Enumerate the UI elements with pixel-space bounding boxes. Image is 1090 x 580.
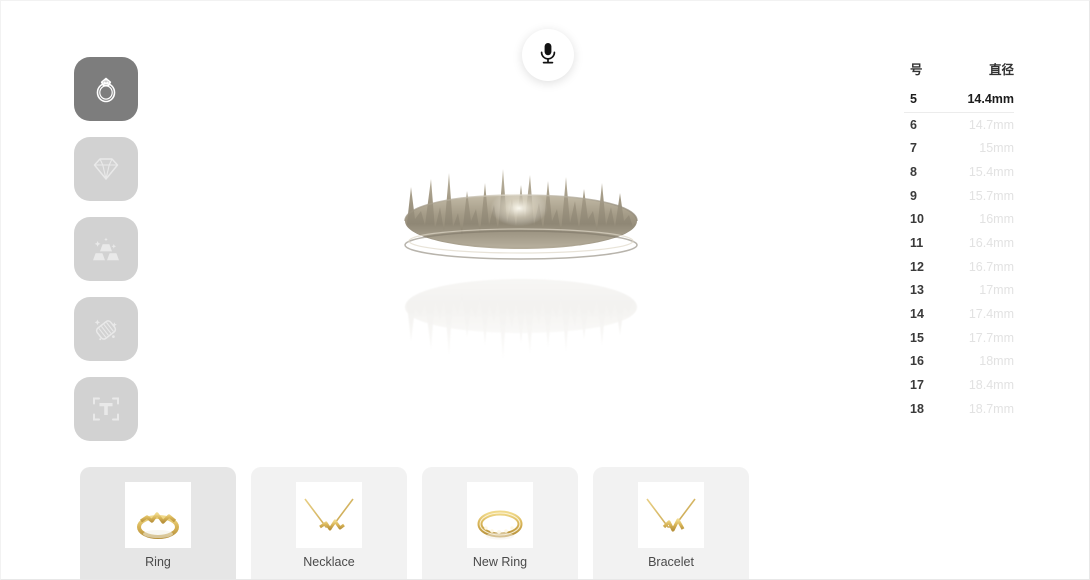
- text-scan-icon: [89, 392, 123, 426]
- size-row[interactable]: 10 16mm: [904, 207, 1014, 231]
- size-row[interactable]: 5 14.4mm: [904, 87, 1014, 111]
- ring-3d-viewport[interactable]: [151, 71, 891, 451]
- microphone-icon: [537, 41, 559, 70]
- size-number: 16: [910, 354, 924, 369]
- product-label: Bracelet: [648, 555, 694, 569]
- size-row[interactable]: 15 17.7mm: [904, 326, 1014, 350]
- size-table-body: 5 14.4mm 6 14.7mm 7 15mm 8 15.4mm 9 15.7mm 10 16mm 1…: [904, 87, 1014, 421]
- gold-ring-thumb: [137, 512, 179, 540]
- size-row[interactable]: 18 18.7mm: [904, 397, 1014, 421]
- size-number: 14: [910, 307, 924, 322]
- product-thumbnail: [638, 482, 704, 548]
- gold-necklace-thumb: [303, 497, 355, 531]
- size-row[interactable]: 13 17mm: [904, 279, 1014, 303]
- product-card-ring[interactable]: Ring: [80, 467, 236, 579]
- gold-bars-icon: [89, 232, 123, 266]
- size-row[interactable]: 17 18.4mm: [904, 373, 1014, 397]
- size-row[interactable]: 9 15.7mm: [904, 184, 1014, 208]
- size-diameter: 15mm: [979, 141, 1014, 156]
- size-number: 9: [910, 188, 917, 203]
- polish-cloth-icon: [89, 312, 123, 346]
- size-diameter: 17mm: [979, 283, 1014, 298]
- size-diameter: 18.4mm: [968, 378, 1014, 393]
- product-card-new-ring[interactable]: New Ring: [422, 467, 578, 579]
- size-number: 6: [910, 117, 917, 132]
- size-diameter: 16.7mm: [968, 259, 1014, 274]
- size-row[interactable]: 7 15mm: [904, 136, 1014, 160]
- size-number: 7: [910, 141, 917, 156]
- size-diameter: 14.7mm: [968, 117, 1014, 132]
- size-table-header: 号 直径: [904, 59, 1014, 87]
- size-number: 12: [910, 259, 924, 274]
- product-thumbnail: [125, 482, 191, 548]
- product-card-bracelet[interactable]: Bracelet: [593, 467, 749, 579]
- size-number: 13: [910, 283, 924, 298]
- ring-size-table: 号 直径 5 14.4mm 6 14.7mm 7 15mm 8 15.4mm 9 15.7mm 10…: [904, 59, 1014, 421]
- diamond-icon: [89, 152, 123, 186]
- column-header-diameter: 直径: [988, 63, 1014, 77]
- size-diameter: 17.7mm: [968, 330, 1014, 345]
- product-card-necklace[interactable]: Necklace: [251, 467, 407, 579]
- soundwave-ring-model: [404, 169, 638, 260]
- product-thumbnail: [296, 482, 362, 548]
- product-label: Ring: [145, 555, 171, 569]
- tool-button-diamond[interactable]: [74, 137, 138, 201]
- size-diameter: 15.7mm: [968, 188, 1014, 203]
- tool-button-engrave-text[interactable]: [74, 377, 138, 441]
- product-thumbnail: [467, 482, 533, 548]
- product-card-bar: Ring Necklace New Ring Bracelet: [80, 467, 749, 579]
- size-row[interactable]: 12 16.7mm: [904, 255, 1014, 279]
- size-diameter: 14.4mm: [967, 91, 1014, 106]
- size-diameter: 16.4mm: [968, 235, 1014, 250]
- size-number: 18: [910, 401, 924, 416]
- column-header-number: 号: [910, 63, 923, 77]
- size-row[interactable]: 6 14.7mm: [904, 113, 1014, 137]
- ring-icon: [89, 72, 123, 106]
- tool-button-polish[interactable]: [74, 297, 138, 361]
- product-label: Necklace: [303, 555, 355, 569]
- product-label: New Ring: [472, 555, 528, 569]
- gold-bracelet-thumb: [645, 497, 697, 532]
- size-diameter: 18mm: [979, 354, 1014, 369]
- size-number: 15: [910, 330, 924, 345]
- size-number: 11: [910, 235, 924, 250]
- size-diameter: 18.7mm: [968, 401, 1014, 416]
- ring-reflection: [405, 279, 637, 359]
- jewelry-configurator-app: 号 直径 5 14.4mm 6 14.7mm 7 15mm 8 15.4mm 9 15.7mm 10…: [0, 0, 1090, 580]
- size-diameter: 15.4mm: [968, 164, 1014, 179]
- tool-rail: [74, 57, 138, 441]
- size-row[interactable]: 14 17.4mm: [904, 302, 1014, 326]
- size-number: 17: [910, 378, 924, 393]
- size-number: 8: [910, 164, 917, 179]
- size-row[interactable]: 8 15.4mm: [904, 160, 1014, 184]
- size-diameter: 16mm: [979, 212, 1014, 227]
- size-number: 10: [910, 212, 924, 227]
- gold-band-thumb: [467, 487, 533, 543]
- size-row[interactable]: 16 18mm: [904, 350, 1014, 374]
- size-row[interactable]: 11 16.4mm: [904, 231, 1014, 255]
- tool-button-ring[interactable]: [74, 57, 138, 121]
- size-diameter: 17.4mm: [968, 307, 1014, 322]
- tool-button-gold[interactable]: [74, 217, 138, 281]
- size-number: 5: [910, 91, 917, 106]
- ring-model-wrapper: [391, 161, 651, 431]
